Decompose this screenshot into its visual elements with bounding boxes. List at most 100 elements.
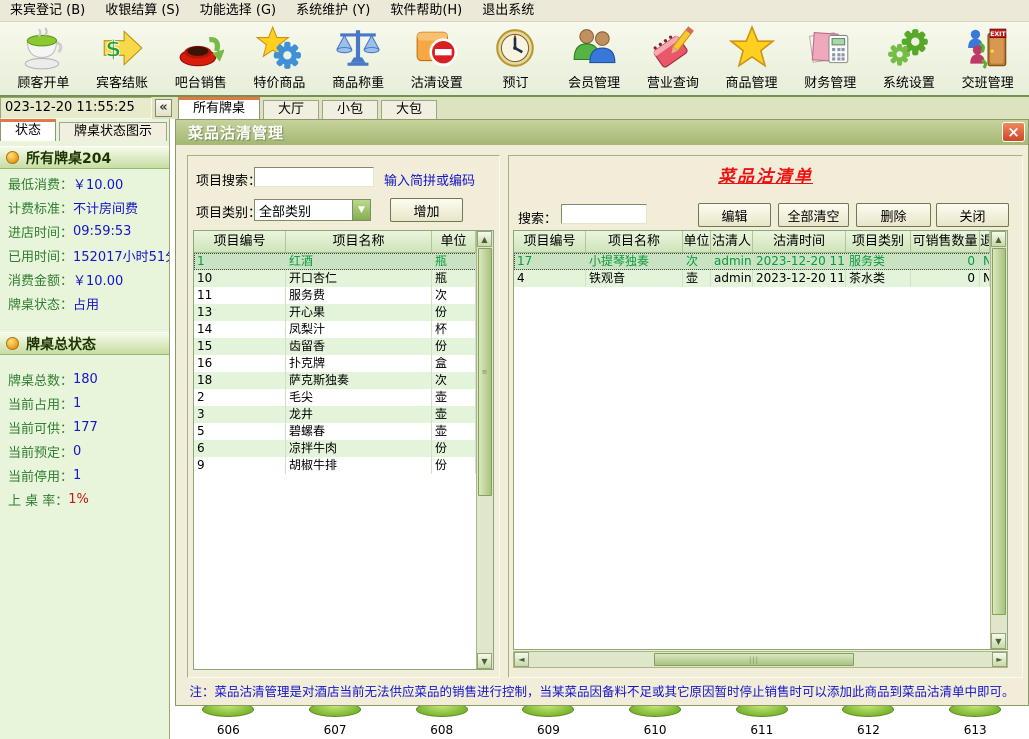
table-number: 611 — [750, 723, 773, 737]
table-icon-cell[interactable]: 609 — [495, 702, 602, 739]
scroll-down-icon[interactable]: ▼ — [477, 653, 492, 669]
toolbar-button-label: 营业查询 — [647, 72, 699, 91]
table-row[interactable]: 6凉拌牛肉份 — [194, 440, 493, 457]
sidebar-tab-1[interactable]: 状态 — [0, 119, 56, 141]
table-row[interactable]: 3龙井壶 — [194, 406, 493, 423]
menu-item[interactable]: 系统维护 (Y) — [286, 0, 380, 22]
toolbar-button-label: 交班管理 — [962, 72, 1014, 91]
menu-item[interactable]: 功能选择 (G) — [190, 0, 286, 22]
table-row[interactable]: 18萨克斯独奏次 — [194, 372, 493, 389]
toolbar-button-label: 特价商品 — [253, 72, 305, 91]
sidebar-tab-2[interactable]: 牌桌状态图示 — [59, 122, 167, 141]
dialog-close-button[interactable]: × — [1002, 122, 1025, 142]
toolbar-button-scale[interactable]: 商品称重 — [319, 25, 398, 95]
table-row[interactable]: 5碧螺春壶 — [194, 423, 493, 440]
view-tab-3[interactable]: 小包 — [322, 100, 378, 119]
table-status-list: 最低消费：￥10.00计费标准：不计房间费进店时间：09:59:53已用时间：1… — [0, 171, 169, 315]
status-label: 当前预定： — [8, 442, 73, 461]
table-cell: 13 — [194, 304, 286, 321]
scroll-up-icon[interactable]: ▲ — [991, 231, 1006, 247]
table-cell: 4 — [514, 270, 586, 287]
status-row: 最低消费：￥10.00 — [0, 171, 169, 195]
toolbar-button-star-gear[interactable]: 特价商品 — [240, 25, 319, 95]
status-label: 牌桌状态： — [8, 294, 73, 313]
view-tab-4[interactable]: 大包 — [381, 100, 437, 119]
scrollbar-thumb[interactable] — [992, 248, 1006, 615]
status-row: 当前预定：0 — [0, 439, 169, 463]
toolbar-button-coffee-cup[interactable]: 吧台销售 — [161, 25, 240, 95]
table-cell: 1 — [194, 253, 286, 270]
table-icon-cell[interactable]: 607 — [282, 702, 389, 739]
star-gear-icon — [256, 25, 302, 71]
item-search-input[interactable] — [254, 167, 374, 187]
table-row[interactable]: 11服务费次 — [194, 287, 493, 304]
status-row: 进店时间：09:59:53 — [0, 219, 169, 243]
horizontal-scrollbar[interactable]: ◄ ||| ► — [513, 651, 1008, 668]
table-icons-strip: 606607608 609 610 611 612613 — [175, 702, 1029, 739]
table-cell: 凤梨汁 — [286, 321, 432, 338]
soldout-search-input[interactable] — [561, 204, 647, 224]
add-button[interactable]: 增加 — [390, 198, 463, 222]
toolbar-button-label: 顾客开单 — [17, 72, 69, 91]
table-cell: 0 — [911, 253, 980, 270]
dialog-note: 注：菜品沽清管理是对酒店当前无法供应菜品的销售进行控制，当某菜品因备料不足或其它… — [176, 681, 1028, 700]
chevron-down-icon[interactable]: ▼ — [352, 200, 370, 220]
status-row: 计费标准：不计房间费 — [0, 195, 169, 219]
table-icon-cell[interactable]: 612 — [815, 702, 922, 739]
toolbar-button-soldout-stop[interactable]: 沽清设置 — [397, 25, 476, 95]
table-cell: 次 — [432, 372, 476, 389]
scrollbar-thumb[interactable]: ||| — [654, 653, 854, 666]
vertical-scrollbar[interactable]: ▲ ≡ ▼ — [476, 231, 493, 669]
table-icon-cell[interactable]: 608 — [388, 702, 495, 739]
menu-item[interactable]: 软件帮助(H) — [380, 0, 472, 22]
close-button[interactable]: 关闭 — [936, 203, 1009, 227]
edit-button[interactable]: 编辑 — [698, 203, 771, 227]
table-row[interactable]: 1红酒瓶 — [194, 253, 493, 270]
scrollbar-thumb[interactable]: ≡ — [478, 248, 492, 496]
toolbar-button-business-query[interactable]: 营业查询 — [634, 25, 713, 95]
table-row[interactable]: 13开心果份 — [194, 304, 493, 321]
toolbar-button-clock[interactable]: 预订 — [476, 25, 555, 95]
toolbar-button-label: 商品称重 — [332, 72, 384, 91]
table-icon-cell[interactable]: 613 — [922, 702, 1029, 739]
collapse-sidebar-button[interactable]: « — [155, 99, 172, 117]
table-cell: 14 — [194, 321, 286, 338]
scroll-right-icon[interactable]: ► — [992, 652, 1007, 667]
view-tab-2[interactable]: 大厅 — [263, 100, 319, 119]
toolbar-button-star[interactable]: 商品管理 — [712, 25, 791, 95]
toolbar-button-label: 商品管理 — [726, 72, 778, 91]
table-row[interactable]: 16扑克牌盒 — [194, 355, 493, 372]
menu-item[interactable]: 收银结算 (S) — [95, 0, 190, 22]
table-row[interactable]: 2毛尖壶 — [194, 389, 493, 406]
toolbar-button-label: 财务管理 — [804, 72, 856, 91]
table-row[interactable]: 9胡椒牛排份 — [194, 457, 493, 474]
scroll-down-icon[interactable]: ▼ — [991, 633, 1006, 649]
view-tab-1[interactable]: 所有牌桌 — [178, 97, 260, 119]
table-icon-cell[interactable]: 611 — [708, 702, 815, 739]
clear-all-button[interactable]: 全部清空 — [778, 203, 849, 227]
item-category-select[interactable]: 全部类别 ▼ — [254, 199, 371, 221]
toolbar-button-members[interactable]: 会员管理 — [555, 25, 634, 95]
toolbar-button-gears[interactable]: 系统设置 — [870, 25, 949, 95]
vertical-scrollbar[interactable]: ▲ ▼ — [990, 231, 1007, 649]
table-icon-cell[interactable]: 610 — [602, 702, 709, 739]
menu-item[interactable]: 来宾登记 (B) — [0, 0, 95, 22]
table-number: 609 — [537, 723, 560, 737]
table-cell: 毛尖 — [286, 389, 432, 406]
table-row[interactable]: 4铁观音壶admin2023-12-20 11:5茶水类0N — [514, 270, 1007, 287]
table-cell: 开心果 — [286, 304, 432, 321]
delete-button[interactable]: 删除 — [856, 203, 931, 227]
table-row[interactable]: 15齿留香份 — [194, 338, 493, 355]
menu-item[interactable]: 退出系统 — [472, 0, 544, 22]
toolbar-button-finance-calculator[interactable]: 财务管理 — [791, 25, 870, 95]
table-cell: 9 — [194, 457, 286, 474]
toolbar-button-shift-exit[interactable]: EXIT交班管理 — [948, 25, 1027, 95]
toolbar-button-checkout-arrow[interactable]: $宾客结账 — [83, 25, 162, 95]
table-row[interactable]: 10开口杏仁瓶 — [194, 270, 493, 287]
table-row[interactable]: 14凤梨汁杯 — [194, 321, 493, 338]
table-row[interactable]: 17小提琴独奏次admin2023-12-20 11:5服务类0N — [514, 253, 1007, 270]
scroll-up-icon[interactable]: ▲ — [477, 231, 492, 247]
table-icon-cell[interactable]: 606 — [175, 702, 282, 739]
toolbar-button-teacup[interactable]: 顾客开单 — [4, 25, 83, 95]
scroll-left-icon[interactable]: ◄ — [514, 652, 529, 667]
